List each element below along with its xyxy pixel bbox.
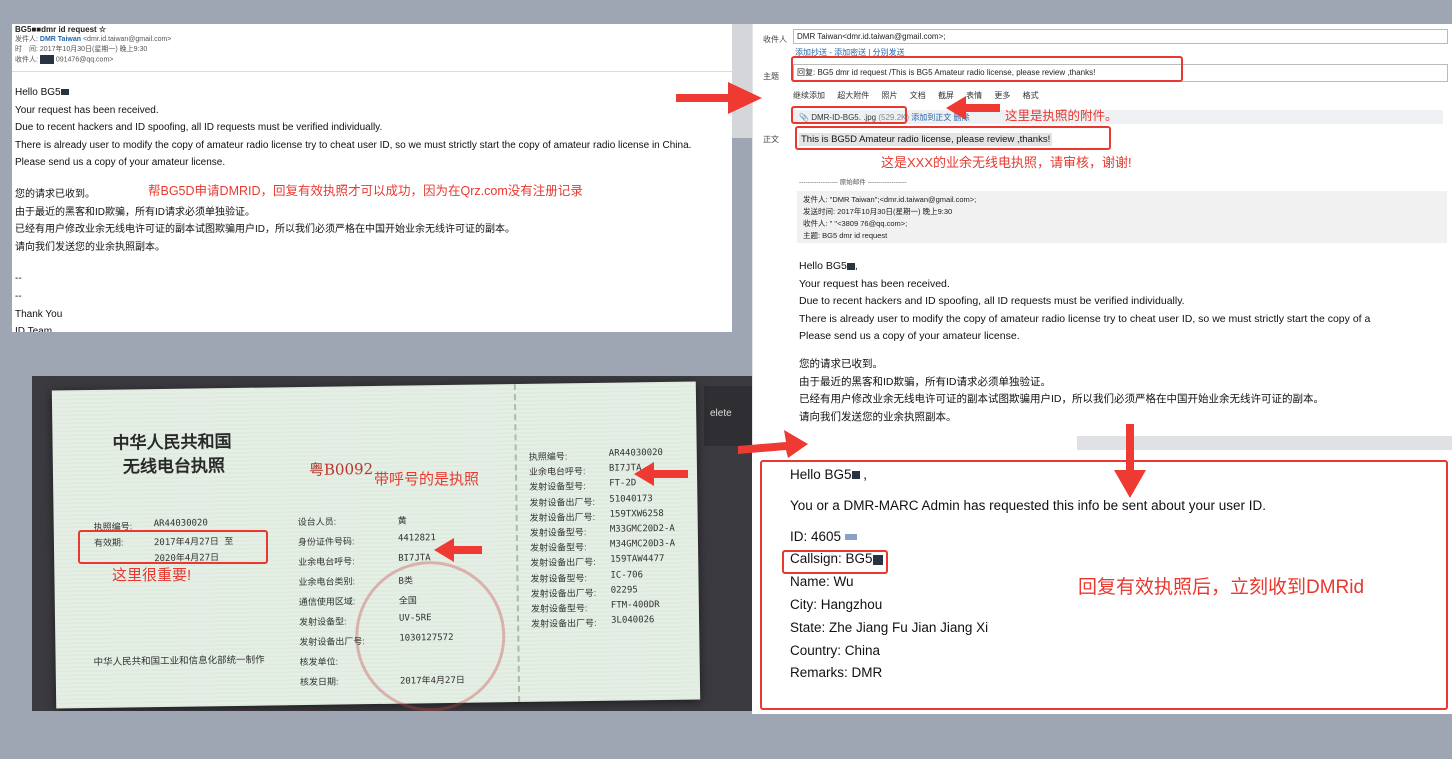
arrow-down — [1114, 424, 1146, 498]
annotation-arrows — [434, 82, 1146, 562]
arrow-left-callsign — [634, 462, 688, 486]
arrow-left-attach — [946, 96, 1000, 120]
arrow-right-mid — [738, 430, 808, 458]
arrow-right-top — [676, 82, 762, 114]
arrow-left-license — [434, 538, 482, 562]
